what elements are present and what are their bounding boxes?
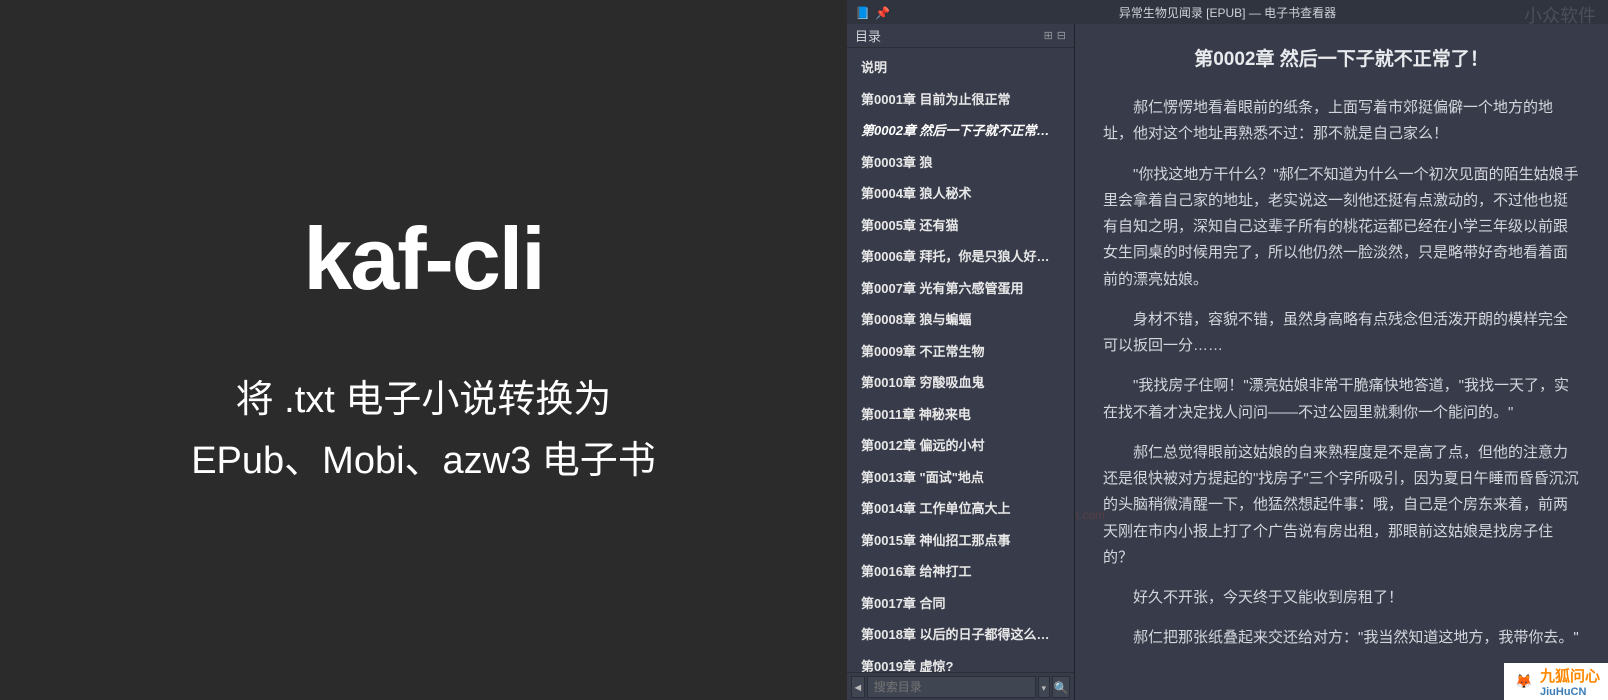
watermark-en: JiuHuCN <box>1540 686 1600 698</box>
toc-item[interactable]: 第0015章 神仙招工那点事 <box>847 525 1074 557</box>
toc-item[interactable]: 第0019章 虚惊? <box>847 651 1074 673</box>
paragraph: 郝仁把那张纸叠起来交还给对方："我当然知道这地方，我带你去。" <box>1103 625 1580 651</box>
toc-item[interactable]: 第0016章 给神打工 <box>847 556 1074 588</box>
toc-grid-icon[interactable]: ⊞ <box>1044 29 1053 42</box>
chapter-title: 第0002章 然后一下子就不正常了！ <box>1103 44 1580 71</box>
search-dropdown-button[interactable]: ▾ <box>1038 676 1050 698</box>
paragraph: "你找这地方干什么？"郝仁不知道为什么一个初次见面的陌生姑娘手里会拿着自己家的地… <box>1103 162 1580 293</box>
toc-item[interactable]: 第0011章 神秘来电 <box>847 399 1074 431</box>
watermark-bottom: 🦊 九狐问心 JiuHuCN <box>1504 663 1608 700</box>
toc-list[interactable]: 说明第0001章 目前为止很正常第0002章 然后一下子就不正常…第0003章 … <box>847 48 1074 672</box>
toc-item[interactable]: 第0003章 狼 <box>847 147 1074 179</box>
toc-item[interactable]: 第0006章 拜托，你是只狼人好… <box>847 241 1074 273</box>
pin-icon[interactable]: 📌 <box>875 6 887 18</box>
paragraph: 郝仁总觉得眼前这姑娘的自来熟程度是不是高了点，但他的注意力还是很快被对方提起的"… <box>1103 440 1580 571</box>
toc-item[interactable]: 第0004章 狼人秘术 <box>847 178 1074 210</box>
toc-item[interactable]: 第0008章 狼与蝙蝠 <box>847 304 1074 336</box>
toc-header: 目录 ⊞ ⊟ <box>847 24 1074 48</box>
toc-search-input[interactable] <box>867 676 1036 698</box>
reader-window: 📘 📌 异常生物见闻录 [EPUB] — 电子书查看器 小众软件 ✕ 目录 ⊞ … <box>847 0 1608 700</box>
window-title: 异常生物见闻录 [EPUB] — 电子书查看器 <box>1119 4 1336 21</box>
promo-title: kaf-cli <box>303 208 543 310</box>
watermark-cn: 九狐问心 <box>1540 665 1600 686</box>
paragraph: 郝仁愣愣地看着眼前的纸条，上面写着市郊挺偏僻一个地方的地址，他对这个地址再熟悉不… <box>1103 95 1580 148</box>
toc-item[interactable]: 第0007章 光有第六感管蛋用 <box>847 273 1074 305</box>
search-button[interactable]: 🔍 <box>1052 676 1070 698</box>
toc-panel: 目录 ⊞ ⊟ 说明第0001章 目前为止很正常第0002章 然后一下子就不正常…… <box>847 24 1075 700</box>
toc-item[interactable]: 第0017章 合同 <box>847 588 1074 620</box>
toc-item[interactable]: 第0005章 还有猫 <box>847 210 1074 242</box>
fox-icon: 🦊 <box>1512 670 1536 694</box>
toc-item[interactable]: 第0012章 偏远的小村 <box>847 430 1074 462</box>
toc-item[interactable]: 说明 <box>847 52 1074 84</box>
toc-item[interactable]: 第0013章 "面试"地点 <box>847 462 1074 494</box>
paragraph: "我找房子住啊！"漂亮姑娘非常干脆痛快地答道，"我找一天了，实在找不着才决定找人… <box>1103 373 1580 426</box>
nav-prev-button[interactable]: ◄ <box>851 676 865 698</box>
content-panel[interactable]: 第0002章 然后一下子就不正常了！ 郝仁愣愣地看着眼前的纸条，上面写着市郊挺偏… <box>1075 24 1608 700</box>
toc-header-label: 目录 <box>855 26 881 45</box>
toc-item[interactable]: 第0010章 穷酸吸血鬼 <box>847 367 1074 399</box>
watermark-mid: appinn.com <box>1075 508 1105 522</box>
toc-item[interactable]: 第0014章 工作单位高大上 <box>847 493 1074 525</box>
toc-item[interactable]: 第0009章 不正常生物 <box>847 336 1074 368</box>
toc-item[interactable]: 第0018章 以后的日子都得这么… <box>847 619 1074 651</box>
paragraph: 好久不开张，今天终于又能收到房租了！ <box>1103 585 1580 611</box>
paragraph: 身材不错，容貌不错，虽然身高略有点残念但活泼开朗的模样完全可以扳回一分…… <box>1103 307 1580 360</box>
promo-subtitle: 将 .txt 电子小说转换为 EPub、Mobi、azw3 电子书 <box>191 370 656 492</box>
toc-item[interactable]: 第0002章 然后一下子就不正常… <box>847 115 1074 147</box>
toc-search-bar: ◄ ▾ 🔍 <box>847 672 1074 700</box>
toc-collapse-icon[interactable]: ⊟ <box>1057 29 1066 42</box>
book-icon[interactable]: 📘 <box>855 6 867 18</box>
promo-panel: kaf-cli 将 .txt 电子小说转换为 EPub、Mobi、azw3 电子… <box>0 0 847 700</box>
toc-item[interactable]: 第0001章 目前为止很正常 <box>847 84 1074 116</box>
titlebar: 📘 📌 异常生物见闻录 [EPUB] — 电子书查看器 小众软件 <box>847 0 1608 24</box>
